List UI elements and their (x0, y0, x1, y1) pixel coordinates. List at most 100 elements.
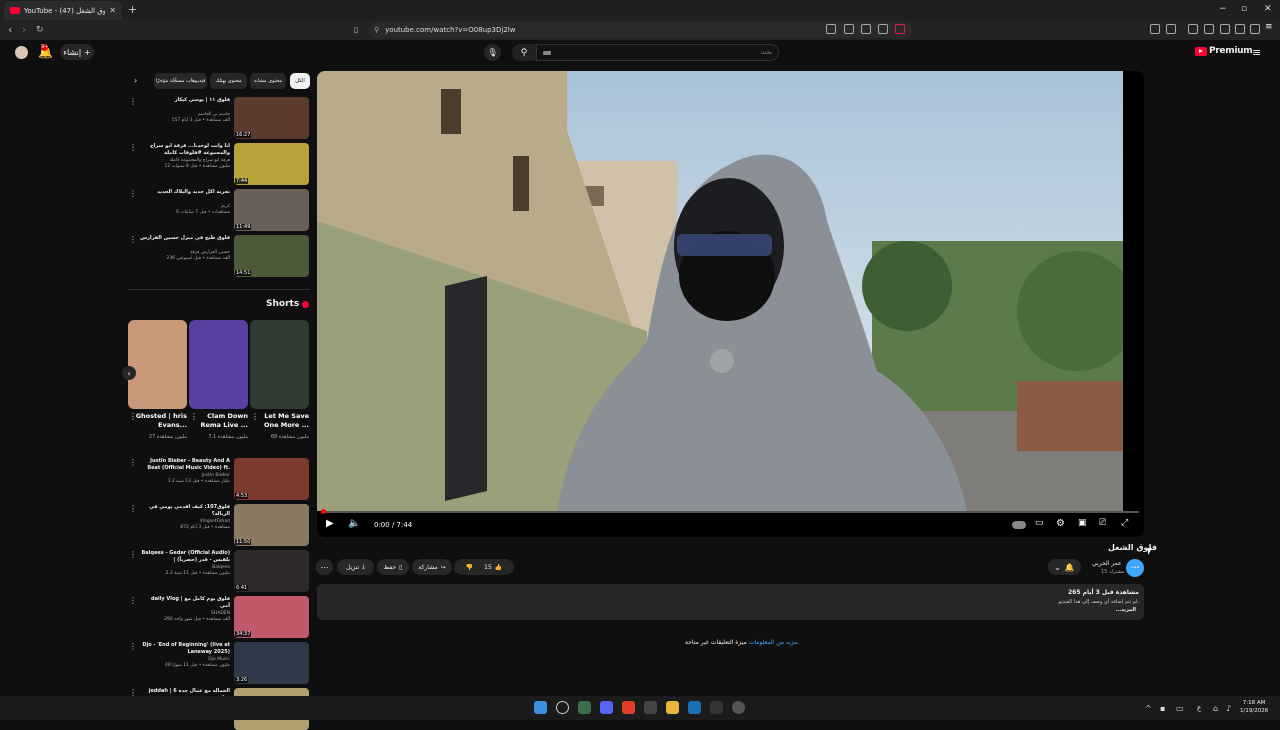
channel-name[interactable]: عمر الحربي (1092, 560, 1122, 567)
subtitles-icon[interactable]: ▭ (1035, 518, 1044, 528)
more-options-icon[interactable]: ⋮ (129, 550, 137, 559)
video-thumbnail[interactable]: 11:50 (234, 504, 309, 546)
short-more-icon[interactable]: ⋮ (190, 412, 198, 421)
taskbar-search-icon[interactable] (556, 701, 569, 714)
cast-icon[interactable]: ⎚ (1099, 518, 1106, 528)
chip-for-you[interactable]: محتوى يهمّك (210, 73, 247, 89)
app-icon-2[interactable] (710, 701, 723, 714)
description-box[interactable]: 265 مشاهدة قبل 3 أيام لم تتم إضافة أي وص… (317, 584, 1144, 620)
video-item-title[interactable]: انا وانت لوحدنا... فرقة ابو سراج والمجمو… (140, 143, 230, 157)
show-more-link[interactable]: ...المزيد (1115, 607, 1136, 613)
more-options-icon[interactable]: ⋮ (129, 504, 137, 513)
search-button[interactable]: ⚲ (512, 44, 536, 61)
window-close-button[interactable]: ✕ (1264, 4, 1272, 14)
video-thumbnail[interactable]: 4:53 (234, 458, 309, 500)
tray-app-icon[interactable]: ▪ (1160, 704, 1165, 713)
video-thumbnail[interactable]: 7:44 (234, 143, 309, 185)
reload-icon[interactable]: ↻ (36, 25, 44, 35)
browser-tab[interactable]: YouTube - فلوق الشغل (47) ✕ (4, 1, 122, 20)
video-thumbnail[interactable]: 16:27 (234, 97, 309, 139)
steam-app-icon[interactable] (688, 701, 701, 714)
shorts-previous-icon[interactable]: ‹ (122, 366, 136, 380)
chips-next-icon[interactable]: › (134, 76, 137, 85)
discord-app-icon[interactable] (600, 701, 613, 714)
video-thumbnail[interactable]: 6:41 (234, 550, 309, 592)
play-icon[interactable]: ▶ (326, 518, 334, 529)
bookmark-icon[interactable]: ▯ (354, 25, 358, 34)
voice-search-icon[interactable]: 🎙 (484, 44, 501, 61)
video-item-title[interactable]: تجربه اكل جديد والبلاك الجديد (140, 189, 230, 196)
more-options-icon[interactable]: ⋮ (129, 97, 137, 106)
system-clock[interactable]: 7:18 AM 1/19/2026 (1240, 699, 1268, 715)
short-thumbnail[interactable] (250, 320, 309, 409)
file-explorer-icon[interactable] (666, 701, 679, 714)
more-options-icon[interactable]: ⋮ (129, 235, 137, 244)
brave-app-icon[interactable] (622, 701, 635, 714)
channel-avatar[interactable]: ••• (1126, 559, 1144, 577)
guide-menu-icon[interactable]: ≡ (1252, 46, 1261, 59)
like-icon[interactable]: 👍 (495, 564, 502, 571)
zoom-icon[interactable] (826, 24, 836, 34)
chip-similar[interactable]: محتوى مشابه (250, 73, 286, 89)
autoplay-toggle[interactable] (1012, 521, 1026, 529)
more-options-icon[interactable]: ⋮ (129, 596, 137, 605)
reader-icon[interactable] (1166, 24, 1176, 34)
video-item-title[interactable]: daily Vlog | فلوق يوم كامل مع أمي (140, 596, 230, 610)
new-tab-button[interactable]: + (128, 3, 137, 16)
volume-tray-icon[interactable]: ♪ (1226, 704, 1231, 713)
subscribed-button[interactable]: ⌄ 🔔 (1048, 559, 1081, 575)
more-options-icon[interactable]: ⋮ (129, 458, 137, 467)
video-player[interactable] (317, 71, 1144, 537)
app-icon[interactable] (644, 701, 657, 714)
video-item-title[interactable]: فلوق ١١ | يوسي كيكار (140, 97, 230, 104)
video-item-title[interactable]: فلوق طبخ في منزل حسين الفرارس (140, 235, 230, 242)
maximize-button[interactable]: ▫ (1241, 4, 1247, 14)
account-avatar[interactable] (15, 46, 28, 59)
video-item-title[interactable]: فلوق107: كيف اقدمي يومي في الزبالة؟ (140, 504, 230, 518)
video-item-title[interactable]: Justin Bieber - Beauty And A Beat (Offic… (140, 458, 230, 472)
short-thumbnail[interactable] (189, 320, 248, 409)
start-icon[interactable] (534, 701, 547, 714)
chip-all[interactable]: الكل (290, 73, 310, 89)
site-info-icon[interactable]: ⚲ (374, 26, 379, 34)
download-button[interactable]: تنزيل ⤓ (337, 559, 374, 575)
more-options-icon[interactable]: ⋮ (129, 143, 137, 152)
vpn-icon[interactable] (1250, 24, 1260, 34)
sidebar-icon[interactable] (1204, 24, 1214, 34)
youtube-premium-logo[interactable]: Premium (1195, 46, 1253, 56)
create-button[interactable]: إنشاء + (60, 44, 94, 60)
short-thumbnail[interactable] (128, 320, 187, 409)
excel-app-icon[interactable] (578, 701, 591, 714)
keyboard-icon[interactable] (543, 50, 551, 55)
video-item-title[interactable]: Djo - 'End of Beginning' (live at Lanewa… (140, 642, 230, 656)
more-options-icon[interactable]: ⋮ (129, 189, 137, 198)
more-options-icon[interactable]: ⋮ (129, 642, 137, 651)
more-actions-icon[interactable]: ⋯ (316, 559, 333, 575)
network-icon[interactable]: ⌂ (1213, 704, 1218, 713)
shield-icon[interactable] (878, 24, 888, 34)
miniplayer-icon[interactable]: ▣ (1078, 518, 1087, 528)
share-icon[interactable] (861, 24, 871, 34)
wallet-icon[interactable] (1220, 24, 1230, 34)
back-icon[interactable]: ‹ (8, 23, 12, 36)
minimize-button[interactable]: − (1219, 4, 1227, 14)
music-icon[interactable] (1188, 24, 1198, 34)
forward-icon[interactable]: › (22, 23, 26, 36)
short-more-icon[interactable]: ⋮ (129, 412, 137, 421)
settings-icon[interactable]: ⚙ (1056, 518, 1065, 529)
app-icon-3[interactable] (732, 701, 745, 714)
video-thumbnail[interactable]: 34:37 (234, 596, 309, 638)
search-input[interactable]: بحث (536, 44, 779, 61)
progress-bar[interactable] (321, 509, 1139, 514)
video-thumbnail[interactable]: 11:49 (234, 189, 309, 231)
video-item-title[interactable]: Balqees - Gedar (Official Audio) | بلقيس… (140, 550, 230, 564)
video-thumbnail[interactable]: 3:26 (234, 642, 309, 684)
share-button[interactable]: مشاركة ↪ (412, 559, 452, 575)
fullscreen-icon[interactable]: ⤢ (1121, 518, 1128, 528)
extensions-icon[interactable] (1150, 24, 1160, 34)
rewards-icon[interactable] (895, 24, 905, 34)
install-icon[interactable] (844, 24, 854, 34)
learn-more-link[interactable]: مزيد من المعلومات (749, 639, 798, 646)
scrubber-handle[interactable] (321, 509, 326, 514)
language-indicator[interactable]: ع (1197, 704, 1201, 712)
